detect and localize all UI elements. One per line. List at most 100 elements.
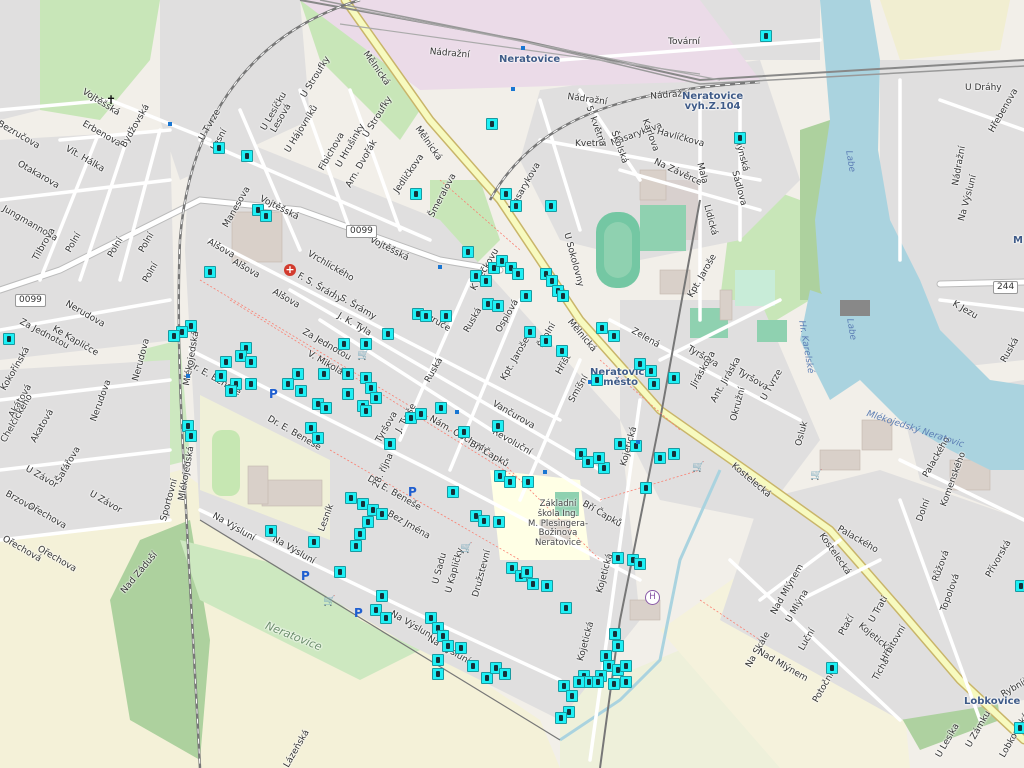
bus-stop-marker-icon[interactable] xyxy=(566,690,578,702)
shop-cart-icon[interactable]: 🛒 xyxy=(323,596,335,607)
shop-cart-icon[interactable]: 🛒 xyxy=(810,470,822,481)
bus-stop-marker-icon[interactable] xyxy=(362,516,374,528)
bus-stop-marker-icon[interactable] xyxy=(760,30,772,42)
transit-stop-icon[interactable] xyxy=(455,410,459,414)
bus-stop-marker-icon[interactable] xyxy=(522,476,534,488)
bus-stop-marker-icon[interactable] xyxy=(499,668,511,680)
transit-stop-icon[interactable] xyxy=(543,470,547,474)
bus-stop-marker-icon[interactable] xyxy=(527,578,539,590)
bus-stop-marker-icon[interactable] xyxy=(492,300,504,312)
bus-stop-marker-icon[interactable] xyxy=(620,660,632,672)
bus-stop-marker-icon[interactable] xyxy=(360,405,372,417)
shop-cart-icon[interactable]: 🛒 xyxy=(460,543,472,554)
bus-stop-marker-icon[interactable] xyxy=(668,448,680,460)
transit-stop-icon[interactable] xyxy=(186,374,190,378)
bus-stop-marker-icon[interactable] xyxy=(462,246,474,258)
bus-stop-marker-icon[interactable] xyxy=(225,385,237,397)
bus-stop-marker-icon[interactable] xyxy=(556,345,568,357)
transit-stop-icon[interactable] xyxy=(588,380,592,384)
bus-stop-marker-icon[interactable] xyxy=(360,338,372,350)
bus-stop-marker-icon[interactable] xyxy=(524,326,536,338)
bus-stop-marker-icon[interactable] xyxy=(420,310,432,322)
bus-stop-marker-icon[interactable] xyxy=(334,566,346,578)
bus-stop-marker-icon[interactable] xyxy=(447,486,459,498)
bus-stop-marker-icon[interactable] xyxy=(612,640,624,652)
bus-stop-marker-icon[interactable] xyxy=(220,356,232,368)
bus-stop-marker-icon[interactable] xyxy=(318,368,330,380)
bus-stop-marker-icon[interactable] xyxy=(442,640,454,652)
bus-stop-marker-icon[interactable] xyxy=(260,210,272,222)
bus-stop-marker-icon[interactable] xyxy=(467,660,479,672)
bus-stop-marker-icon[interactable] xyxy=(320,402,332,414)
bus-stop-marker-icon[interactable] xyxy=(612,552,624,564)
bus-stop-marker-icon[interactable] xyxy=(345,492,357,504)
bus-stop-marker-icon[interactable] xyxy=(634,558,646,570)
bus-stop-marker-icon[interactable] xyxy=(338,338,350,350)
bus-stop-marker-icon[interactable] xyxy=(308,536,320,548)
bus-stop-marker-icon[interactable] xyxy=(596,322,608,334)
bus-stop-marker-icon[interactable] xyxy=(432,654,444,666)
bus-stop-marker-icon[interactable] xyxy=(1015,580,1024,592)
bus-stop-marker-icon[interactable] xyxy=(591,374,603,386)
bus-stop-marker-icon[interactable] xyxy=(557,290,569,302)
bus-stop-marker-icon[interactable] xyxy=(540,335,552,347)
bus-stop-marker-icon[interactable] xyxy=(614,438,626,450)
shop-cart-icon[interactable]: 🛒 xyxy=(692,462,704,473)
bus-stop-marker-icon[interactable] xyxy=(734,132,746,144)
bus-stop-marker-icon[interactable] xyxy=(376,508,388,520)
bus-stop-marker-icon[interactable] xyxy=(573,676,585,688)
transit-stop-icon[interactable] xyxy=(521,46,525,50)
bus-stop-marker-icon[interactable] xyxy=(478,515,490,527)
bus-stop-marker-icon[interactable] xyxy=(648,378,660,390)
bus-stop-marker-icon[interactable] xyxy=(3,333,15,345)
bus-stop-marker-icon[interactable] xyxy=(435,402,447,414)
bus-stop-marker-icon[interactable] xyxy=(520,290,532,302)
bus-stop-marker-icon[interactable] xyxy=(354,528,366,540)
bus-stop-marker-icon[interactable] xyxy=(185,430,197,442)
bus-stop-marker-icon[interactable] xyxy=(545,200,557,212)
shop-cart-icon[interactable]: 🛒 xyxy=(357,350,369,361)
bus-stop-marker-icon[interactable] xyxy=(312,432,324,444)
bus-stop-marker-icon[interactable] xyxy=(645,365,657,377)
bus-stop-marker-icon[interactable] xyxy=(342,368,354,380)
bus-stop-marker-icon[interactable] xyxy=(265,525,277,537)
bus-stop-marker-icon[interactable] xyxy=(241,150,253,162)
bus-stop-marker-icon[interactable] xyxy=(492,420,504,432)
bus-stop-marker-icon[interactable] xyxy=(608,678,620,690)
bus-stop-marker-icon[interactable] xyxy=(215,370,227,382)
bus-stop-marker-icon[interactable] xyxy=(458,426,470,438)
bus-stop-marker-icon[interactable] xyxy=(510,200,522,212)
transit-stop-icon[interactable] xyxy=(438,265,442,269)
bus-stop-marker-icon[interactable] xyxy=(440,310,452,322)
bus-stop-marker-icon[interactable] xyxy=(370,392,382,404)
bus-stop-marker-icon[interactable] xyxy=(432,668,444,680)
bus-stop-marker-icon[interactable] xyxy=(593,452,605,464)
bus-stop-marker-icon[interactable] xyxy=(654,452,666,464)
transit-stop-icon[interactable] xyxy=(636,440,640,444)
bus-stop-marker-icon[interactable] xyxy=(376,590,388,602)
bus-stop-marker-icon[interactable] xyxy=(512,268,524,280)
health-center-icon[interactable]: H xyxy=(645,590,660,605)
bus-stop-marker-icon[interactable] xyxy=(480,275,492,287)
bus-stop-marker-icon[interactable] xyxy=(382,328,394,340)
bus-stop-marker-icon[interactable] xyxy=(380,612,392,624)
bus-stop-marker-icon[interactable] xyxy=(609,628,621,640)
bus-stop-marker-icon[interactable] xyxy=(213,142,225,154)
bus-stop-marker-icon[interactable] xyxy=(486,118,498,130)
bus-stop-marker-icon[interactable] xyxy=(350,540,362,552)
transit-stop-icon[interactable] xyxy=(168,122,172,126)
bus-stop-marker-icon[interactable] xyxy=(342,388,354,400)
bus-stop-marker-icon[interactable] xyxy=(555,712,567,724)
bus-stop-marker-icon[interactable] xyxy=(168,330,180,342)
transit-stop-icon[interactable] xyxy=(511,87,515,91)
bus-stop-marker-icon[interactable] xyxy=(560,602,572,614)
bus-stop-marker-icon[interactable] xyxy=(282,378,294,390)
bus-stop-marker-icon[interactable] xyxy=(493,516,505,528)
bus-stop-marker-icon[interactable] xyxy=(384,438,396,450)
bus-stop-marker-icon[interactable] xyxy=(640,482,652,494)
bus-stop-marker-icon[interactable] xyxy=(541,580,553,592)
bus-stop-marker-icon[interactable] xyxy=(204,266,216,278)
bus-stop-marker-icon[interactable] xyxy=(608,330,620,342)
bus-stop-marker-icon[interactable] xyxy=(620,676,632,688)
bus-stop-marker-icon[interactable] xyxy=(1014,722,1024,734)
